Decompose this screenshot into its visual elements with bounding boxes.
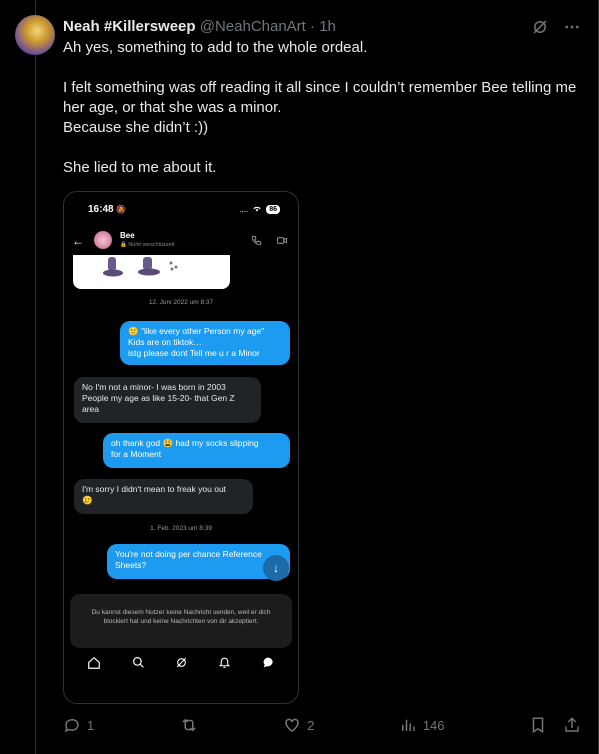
call-icons: [251, 235, 288, 246]
post-actions: 1 2 146: [63, 712, 581, 738]
video-call-icon: [276, 237, 288, 244]
post-line: Because she didn’t :)): [63, 119, 209, 136]
reply-button[interactable]: 1: [63, 716, 94, 734]
share-icon[interactable]: [563, 716, 581, 734]
grok-icon[interactable]: [531, 18, 549, 36]
post-actions-right: [529, 716, 581, 734]
mute-bell-icon: 🔕: [116, 205, 127, 214]
message-bubble-out: oh thank god 😩 had my socks slipping for…: [103, 433, 290, 468]
post-line: She lied to me about it.: [63, 159, 217, 176]
post-top-actions: [531, 18, 581, 36]
grok-icon: [175, 656, 188, 670]
message-bubble-in: I'm sorry I didn't mean to freak you out…: [74, 479, 253, 514]
back-arrow-icon: ←: [72, 234, 84, 248]
bookmark-icon[interactable]: [529, 716, 547, 734]
separator: ·: [310, 18, 316, 35]
post-line: I felt something was off reading it all …: [63, 79, 577, 116]
message-bubble-out: 🙂 "like every other Person my age" Kids …: [120, 321, 290, 365]
phone-status-time: 16:48 🔕: [88, 204, 127, 215]
post-header: Neah #Killersweep @NeahChanArt · 1h: [63, 17, 336, 37]
phone-status-right: .... 86: [239, 204, 280, 214]
handle[interactable]: @NeahChanArt: [200, 18, 306, 35]
retweet-button[interactable]: [179, 716, 199, 734]
post-line: Ah yes, something to add to the whole or…: [63, 39, 368, 56]
encryption-status: 🔒 Nicht verschlüsselt: [120, 242, 175, 248]
views-icon: [401, 719, 415, 731]
retweet-icon: [182, 718, 196, 732]
phone-call-icon: [251, 235, 262, 246]
wifi-icon: [252, 204, 262, 214]
lock-icon: 🔒: [120, 242, 127, 248]
blocked-notice: Du kannst diesem Nutzer keine Nachricht …: [70, 594, 292, 648]
view-count: 146: [422, 717, 445, 733]
display-name[interactable]: Neah #Killersweep: [63, 18, 196, 35]
message-bubble-in: No I'm not a minor- I was born in 2003 P…: [74, 377, 261, 423]
avatar[interactable]: [15, 15, 55, 55]
contact-name: Bee: [120, 231, 135, 240]
more-icon[interactable]: [563, 18, 581, 36]
views-button[interactable]: 146: [399, 716, 445, 734]
like-icon: [285, 718, 299, 732]
thread-line-left: [35, 0, 36, 754]
reply-icon: [64, 718, 79, 733]
battery-level: 86: [266, 204, 280, 214]
search-icon: [132, 656, 145, 670]
post-text: Ah yes, something to add to the whole or…: [63, 38, 578, 178]
chat-header: ← Bee 🔒 Nicht verschlüsselt: [64, 230, 298, 256]
timestamp[interactable]: 1h: [319, 18, 336, 35]
phone-nav-bar: [64, 656, 298, 670]
shared-image-bubble: [73, 255, 230, 289]
reply-count: 1: [87, 717, 95, 733]
attached-image[interactable]: 16:48 🔕 .... 86 ← Bee 🔒 Nicht verschlüss…: [63, 191, 299, 704]
contact-avatar: [94, 231, 112, 249]
message-bubble-out: You're not doing per chance Reference Sh…: [107, 544, 290, 579]
signal-dots: ....: [239, 204, 249, 214]
messages-icon: [262, 656, 275, 670]
date-stamp: 12. Juni 2022 um 8:37: [148, 299, 214, 306]
notifications-icon: [218, 656, 231, 670]
like-button[interactable]: 2: [283, 716, 314, 734]
like-count: 2: [307, 717, 315, 733]
home-icon: [87, 656, 101, 670]
scroll-down-icon: ↓: [263, 555, 289, 581]
date-stamp: 1. Feb. 2023 um 8:39: [150, 525, 212, 532]
